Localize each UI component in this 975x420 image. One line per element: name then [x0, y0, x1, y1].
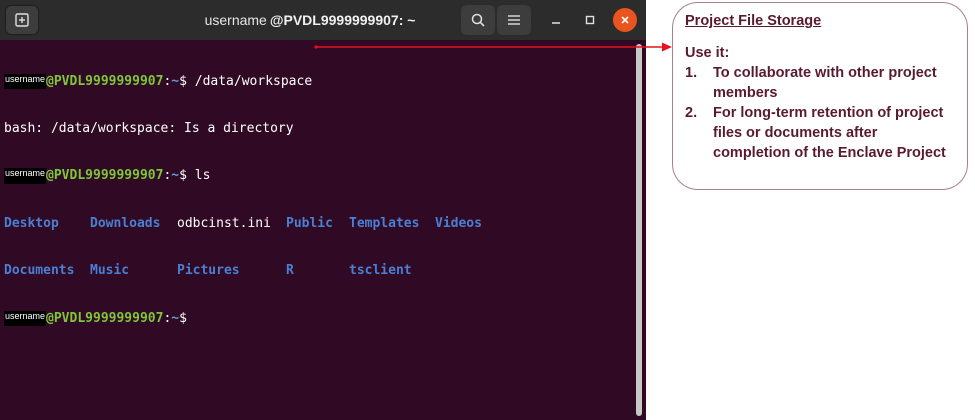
command-output: bash: /data/workspace: Is a directory [4, 120, 294, 136]
callout-list-item: 2. For long-term retention of project fi… [685, 103, 957, 163]
window-title-host: @PVDL9999999907: ~ [269, 12, 416, 28]
command-text: ls [186, 168, 211, 184]
terminal-line-2: bash: /data/workspace: Is a directory [4, 121, 634, 137]
terminal-line-prompt: username @PVDL9999999907: ~ $ [4, 310, 634, 327]
terminal-window[interactable]: username @PVDL9999999907: ~ username @PV… [0, 0, 646, 420]
ls-entry: Pictures [177, 263, 240, 279]
prompt-separator: : [163, 168, 172, 184]
prompt-host: @PVDL9999999907 [46, 168, 164, 184]
new-tab-icon [15, 13, 29, 27]
menu-button[interactable] [497, 5, 531, 35]
command-text: /data/workspace [186, 73, 313, 89]
prompt-dollar: $ [179, 168, 187, 184]
ls-entry: Desktop [4, 215, 59, 231]
search-icon [471, 13, 485, 27]
prompt-path: ~ [171, 168, 180, 184]
callout-item-number: 2. [685, 105, 698, 121]
ls-output-row: Documents Music Pictures R tsclient [4, 263, 634, 279]
prompt-separator: : [163, 310, 172, 326]
minimize-icon [552, 22, 560, 24]
prompt-user: username [4, 73, 47, 90]
ls-entry: Public [286, 215, 333, 231]
callout-box: Project File Storage Use it: 1. To colla… [672, 2, 968, 190]
prompt-host: @PVDL9999999907 [46, 310, 164, 326]
ls-entry: tsclient [349, 263, 412, 279]
title-bar[interactable]: username @PVDL9999999907: ~ [0, 0, 646, 40]
maximize-icon [585, 15, 595, 25]
prompt-user: username [4, 310, 47, 327]
terminal-line-1: username @PVDL9999999907: ~ $ /data/workspa… [4, 73, 634, 90]
close-button[interactable] [613, 8, 637, 32]
callout-list-item: 1. To collaborate with other project mem… [685, 63, 957, 103]
minimize-button[interactable] [544, 8, 568, 32]
prompt-dollar: $ [179, 73, 187, 89]
annotation-arrowhead [662, 42, 672, 52]
prompt-dollar: $ [179, 310, 187, 326]
prompt-user: username [4, 168, 47, 185]
terminal-line-3: username @PVDL9999999907: ~ $ ls [4, 168, 634, 185]
search-button[interactable] [461, 5, 495, 35]
ls-entry: Documents [4, 263, 75, 279]
ls-entry: Templates [349, 215, 420, 231]
callout-title: Project File Storage [685, 13, 822, 29]
callout-item-text: To collaborate with other project member… [713, 65, 937, 101]
new-tab-button[interactable] [5, 5, 39, 35]
ls-output-row: Desktop Downloads odbcinst.ini Public Te… [4, 216, 634, 232]
terminal-scrollbar[interactable] [636, 44, 642, 416]
ls-entry: Downloads [90, 215, 161, 231]
callout-item-number: 1. [685, 65, 698, 81]
prompt-path: ~ [171, 310, 180, 326]
hamburger-menu-icon [508, 15, 520, 25]
callout-list: 1. To collaborate with other project mem… [685, 63, 957, 163]
callout-subtitle: Use it: [685, 45, 730, 61]
terminal-output[interactable]: username @PVDL9999999907: ~ $ /data/workspa… [4, 42, 634, 420]
ls-entry: R [286, 263, 294, 279]
ls-entry: odbcinst.ini [177, 215, 271, 231]
maximize-button[interactable] [578, 8, 602, 32]
callout-item-text: For long-term retention of project files… [713, 105, 946, 161]
prompt-separator: : [163, 73, 172, 89]
ls-entry: Music [90, 263, 130, 279]
close-icon [621, 16, 629, 24]
prompt-path: ~ [171, 73, 180, 89]
ls-entry: Videos [435, 215, 482, 231]
window-title-user: username [204, 12, 267, 28]
prompt-host: @PVDL9999999907 [46, 73, 164, 89]
